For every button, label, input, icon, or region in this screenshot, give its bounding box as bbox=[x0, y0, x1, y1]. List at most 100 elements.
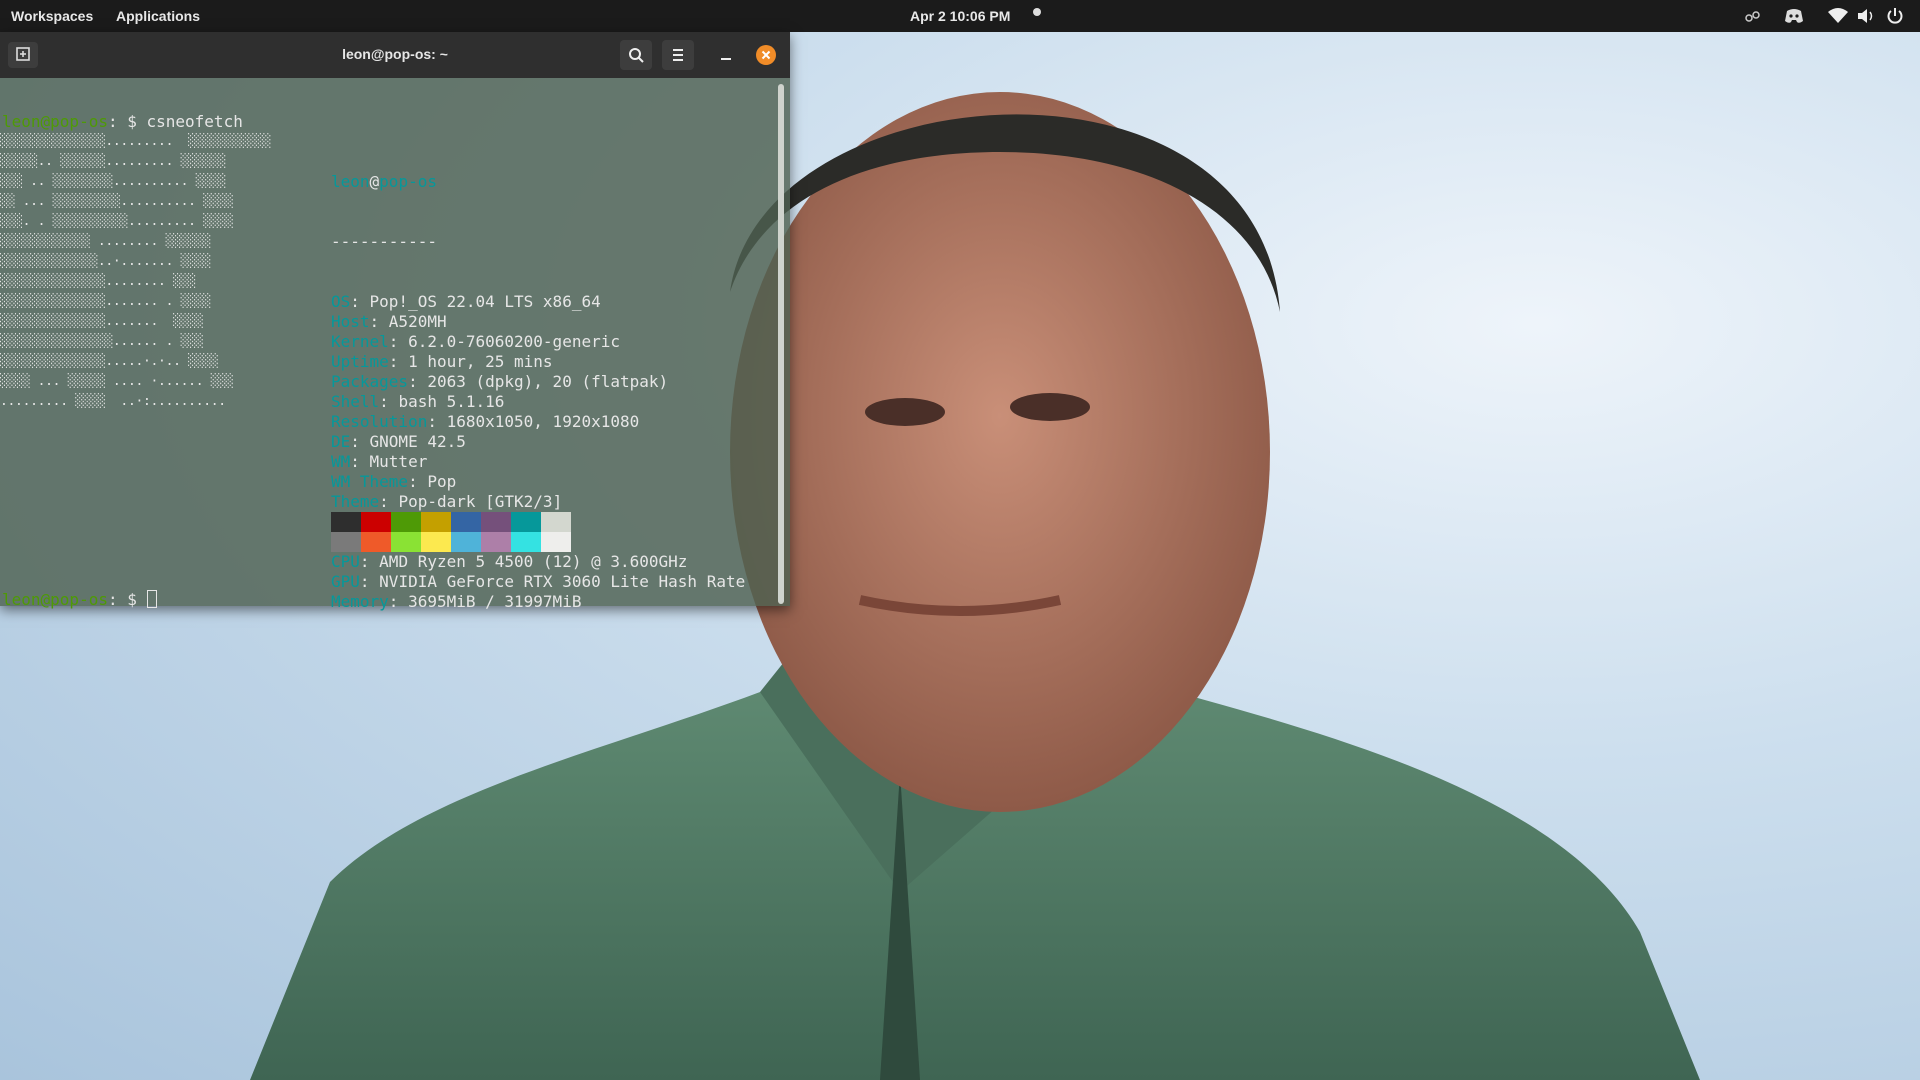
info-value: : 2063 (dpkg), 20 (flatpak) bbox=[408, 372, 669, 391]
info-key: Host bbox=[331, 312, 370, 331]
info-key: DE bbox=[331, 432, 351, 451]
close-button[interactable] bbox=[756, 45, 776, 65]
ascii-line: ░░░░░░░░░░░░░░....... ░░░░ bbox=[0, 314, 204, 329]
ascii-line: ░░░. . ░░░░░░░░░░......... ░░░░ bbox=[0, 214, 234, 229]
info-row: Resolution: 1680x1050, 1920x1080 bbox=[331, 412, 745, 432]
minimize-icon bbox=[721, 58, 731, 60]
prompt-user: leon@pop-os bbox=[2, 112, 108, 131]
info-row: OS: Pop!_OS 22.04 LTS x86_64 bbox=[331, 292, 745, 312]
prompt-separator: : $ bbox=[107, 112, 147, 131]
ascii-line: ░░░░░░░░░░░░░░......... ░░░░░░░░░░░ bbox=[0, 134, 271, 149]
prompt-user: leon@pop-os bbox=[2, 590, 108, 609]
info-value: : NVIDIA GeForce RTX 3060 Lite Hash Rate bbox=[359, 572, 746, 591]
hamburger-icon bbox=[673, 49, 683, 61]
info-value: : 6.2.0-76060200-generic bbox=[388, 332, 620, 351]
info-host: pop-os bbox=[379, 172, 437, 191]
color-swatch bbox=[541, 512, 571, 532]
search-icon bbox=[629, 48, 644, 63]
color-swatch bbox=[421, 512, 451, 532]
color-swatch bbox=[361, 512, 391, 532]
ascii-line: ░░ ... ░░░░░░░░░.......... ░░░░ bbox=[0, 194, 234, 209]
info-value: : Pop bbox=[408, 472, 457, 491]
info-value: : 1680x1050, 1920x1080 bbox=[427, 412, 640, 431]
info-lines: OS: Pop!_OS 22.04 LTS x86_64 Host: A520MH… bbox=[331, 292, 745, 612]
color-swatch bbox=[391, 512, 421, 532]
ascii-line: ░░░░ ... ░░░░░ .... ·...... ░░░ bbox=[0, 374, 234, 389]
clock[interactable]: Apr 2 10:06 PM bbox=[910, 8, 1010, 24]
info-row: Uptime: 1 hour, 25 mins bbox=[331, 352, 745, 372]
ascii-line: ░░░░░.. ░░░░░░......... ░░░░░░ bbox=[0, 154, 226, 169]
info-row: DE: GNOME 42.5 bbox=[331, 432, 745, 452]
menu-button[interactable] bbox=[662, 40, 694, 70]
ascii-line: ░░░░░░░░░░░░░..·....... ░░░░ bbox=[0, 254, 211, 269]
info-row: Shell: bash 5.1.16 bbox=[331, 392, 745, 412]
info-row: WM: Mutter bbox=[331, 452, 745, 472]
info-row: Theme: Pop-dark [GTK2/3] bbox=[331, 492, 745, 512]
ascii-line: ░░░ .. ░░░░░░░░.......... ░░░░ bbox=[0, 174, 226, 189]
system-info: leon@pop-os ----------- OS: Pop!_OS 22.0… bbox=[331, 132, 745, 652]
info-separator: ----------- bbox=[331, 232, 437, 251]
color-swatch bbox=[511, 532, 541, 552]
info-key: Uptime bbox=[331, 352, 389, 371]
terminal-window[interactable]: leon@pop-os: ~ leon@pop-os: $ csneofetch… bbox=[0, 32, 790, 611]
info-row: CPU: AMD Ryzen 5 4500 (12) @ 3.600GHz bbox=[331, 552, 745, 572]
color-swatch bbox=[421, 532, 451, 552]
color-swatch bbox=[511, 512, 541, 532]
notification-dot-icon bbox=[1033, 8, 1041, 16]
workspaces-button[interactable]: Workspaces bbox=[11, 8, 93, 24]
info-value: : 1 hour, 25 mins bbox=[388, 352, 553, 371]
volume-icon[interactable] bbox=[1856, 7, 1876, 25]
info-row: GPU: NVIDIA GeForce RTX 3060 Lite Hash R… bbox=[331, 572, 745, 592]
info-row: Memory: 3695MiB / 31997MiB bbox=[331, 592, 745, 612]
info-key: WM Theme bbox=[331, 472, 409, 491]
terminal-scrollbar[interactable] bbox=[778, 84, 784, 604]
search-button[interactable] bbox=[620, 40, 652, 70]
close-icon bbox=[761, 50, 771, 60]
color-swatch bbox=[391, 532, 421, 552]
info-value: : A520MH bbox=[369, 312, 447, 331]
info-key: Kernel bbox=[331, 332, 389, 351]
info-row: WM Theme: Pop bbox=[331, 472, 745, 492]
command-text: csneofetch bbox=[146, 112, 243, 131]
minimize-button[interactable] bbox=[712, 44, 740, 68]
ascii-line: ░░░░░░░░░░░░░░.....·.·.. ░░░░ bbox=[0, 354, 219, 369]
info-key: OS bbox=[331, 292, 351, 311]
text-cursor bbox=[146, 590, 157, 608]
color-swatch bbox=[481, 512, 511, 532]
color-swatch bbox=[331, 512, 361, 532]
info-header: leon@pop-os bbox=[331, 172, 745, 192]
info-value: : 3695MiB / 31997MiB bbox=[388, 592, 582, 611]
color-swatch bbox=[481, 532, 511, 552]
power-icon[interactable] bbox=[1886, 7, 1904, 25]
info-key: Resolution bbox=[331, 412, 428, 431]
info-user: leon bbox=[331, 172, 370, 191]
command-line-current[interactable]: leon@pop-os: $ bbox=[2, 590, 157, 610]
info-row: Packages: 2063 (dpkg), 20 (flatpak) bbox=[331, 372, 745, 392]
ascii-line: ......... ░░░░ ..·:.......... bbox=[0, 394, 226, 409]
color-swatch bbox=[451, 532, 481, 552]
wifi-icon[interactable] bbox=[1828, 7, 1848, 25]
ascii-line: ░░░░░░░░░░░░░░........ ░░░ bbox=[0, 274, 196, 289]
steam-icon[interactable] bbox=[1744, 7, 1762, 25]
ascii-line: ░░░░░░░░░░░░░░....... . ░░░░ bbox=[0, 294, 211, 309]
info-at: @ bbox=[369, 172, 380, 191]
terminal-titlebar[interactable]: leon@pop-os: ~ bbox=[0, 32, 790, 78]
top-panel: Workspaces Applications Apr 2 10:06 PM bbox=[0, 0, 1920, 32]
info-value: : GNOME 42.5 bbox=[350, 432, 466, 451]
color-swatch bbox=[451, 512, 481, 532]
prompt-separator: : $ bbox=[107, 590, 147, 609]
command-line: leon@pop-os: $ csneofetch bbox=[2, 112, 243, 132]
ascii-line: ░░░░░░░░░░░░ ........ ░░░░░░ bbox=[0, 234, 211, 249]
info-value: : AMD Ryzen 5 4500 (12) @ 3.600GHz bbox=[359, 552, 688, 571]
info-key: WM bbox=[331, 452, 351, 471]
info-row: Kernel: 6.2.0-76060200-generic bbox=[331, 332, 745, 352]
info-key: CPU bbox=[331, 552, 360, 571]
color-swatch bbox=[361, 532, 391, 552]
info-row: Host: A520MH bbox=[331, 312, 745, 332]
discord-icon[interactable] bbox=[1784, 7, 1804, 25]
info-value: : Pop-dark [GTK2/3] bbox=[379, 492, 563, 511]
ascii-logo: ░░░░░░░░░░░░░░......... ░░░░░░░░░░░ ░░░░░… bbox=[0, 132, 271, 412]
applications-button[interactable]: Applications bbox=[116, 8, 200, 24]
info-value: : bash 5.1.16 bbox=[379, 392, 505, 411]
info-key: Packages bbox=[331, 372, 409, 391]
